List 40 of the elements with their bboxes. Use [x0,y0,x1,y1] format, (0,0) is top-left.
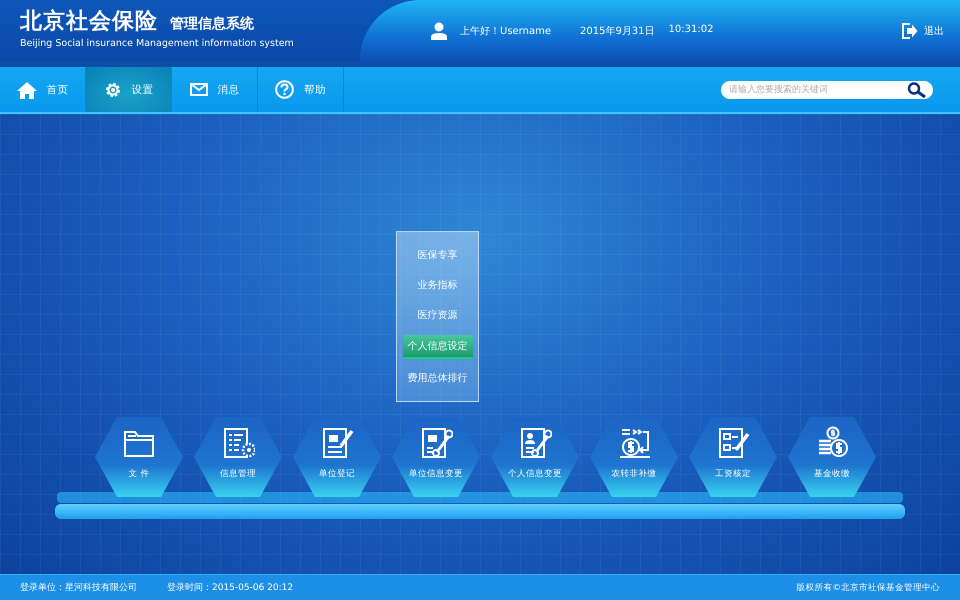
logout-icon[interactable] [902,23,918,39]
login-time-text: 登录时间：2015-05-06 20:12 [167,582,294,594]
function-tile[interactable]: 文 件 [95,417,183,497]
nav-tab[interactable]: 设置 [86,67,172,112]
envelope-icon [190,83,208,96]
search-icon[interactable] [907,82,927,98]
english-title: Beijing Social insurance Management information system [20,38,295,49]
copyright-text: 版权所有©北京市社保基金管理中心 [796,582,940,594]
function-tile[interactable]: 基金收缴 [788,417,876,497]
document-wrench-icon [419,426,453,460]
menu-item[interactable]: 医疗资源 [412,304,462,326]
document-gear-icon [221,426,255,460]
function-tile[interactable]: 个人信息变更 [491,417,579,497]
function-tile[interactable]: 农转非补缴 [590,417,678,497]
coin-arrows-icon [617,426,651,460]
gear-icon [104,80,122,98]
menu-item[interactable]: 医保专享 [412,244,462,266]
logout-link[interactable]: 退出 [924,24,944,38]
help-icon [275,80,294,99]
time-text: 10:31:02 [668,24,714,37]
home-icon [16,80,36,98]
checklist-pen-icon [716,426,750,460]
search-field[interactable]: 请输入您要搜索的关键词 [721,80,933,98]
function-tile[interactable]: 单位信息变更 [392,417,480,497]
person-wrench-icon [518,426,552,460]
document-pen-icon [320,426,354,460]
date-text: 2015年9月31日 [580,25,655,38]
nav-tab[interactable]: 帮助 [258,67,344,112]
menu-item[interactable]: 费用总体排行 [402,366,472,389]
app-title: 北京社会保险 [20,8,158,36]
menu-item[interactable]: 个人信息设定 [402,334,472,359]
app-subtitle: 管理信息系统 [170,15,254,33]
greeting-text: 上午好！Username [460,24,551,38]
function-tile[interactable]: 工资核定 [689,417,777,497]
nav-tab[interactable]: 消息 [172,67,258,112]
function-tile[interactable]: 信息管理 [194,417,282,497]
login-unit-text: 登录单位：星河科技有限公司 [20,582,137,594]
menu-item[interactable]: 业务指标 [412,274,462,296]
function-tile[interactable]: 单位登记 [293,417,381,497]
user-icon [430,22,448,40]
